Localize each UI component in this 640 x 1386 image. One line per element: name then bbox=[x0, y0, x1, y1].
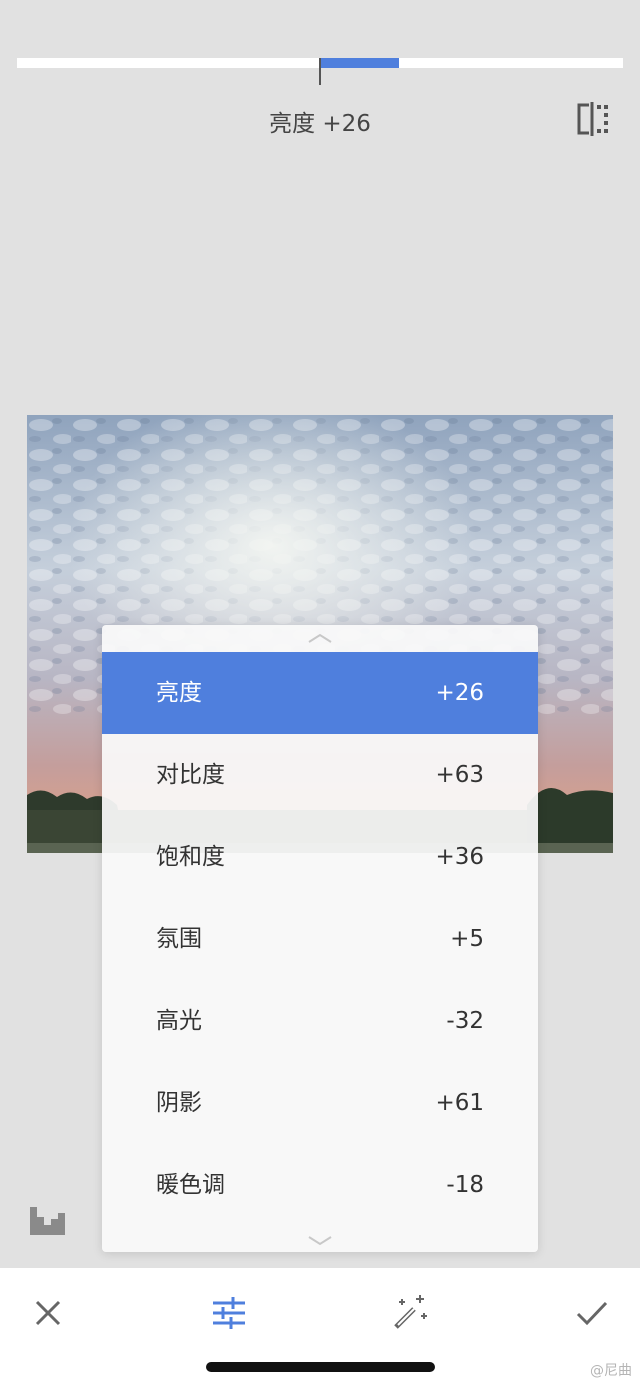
menu-item-label: 氛围 bbox=[156, 926, 202, 952]
menu-item-saturation[interactable]: 饱和度 +36 bbox=[102, 816, 538, 898]
slider-fill bbox=[320, 58, 399, 68]
menu-item-label: 亮度 bbox=[156, 680, 202, 706]
menu-item-value: +36 bbox=[435, 844, 484, 870]
menu-item-label: 饱和度 bbox=[156, 844, 225, 870]
magic-wand-icon[interactable] bbox=[390, 1293, 430, 1333]
slider-center-marker bbox=[319, 58, 321, 85]
menu-item-value: +63 bbox=[435, 762, 484, 788]
menu-item-label: 阴影 bbox=[156, 1090, 202, 1116]
menu-item-shadows[interactable]: 阴影 +61 bbox=[102, 1062, 538, 1144]
home-indicator[interactable] bbox=[206, 1362, 435, 1372]
watermark: @尼曲 bbox=[590, 1363, 632, 1379]
adjustment-menu: 亮度 +26 对比度 +63 饱和度 +36 氛围 +5 高光 -32 阴影 +… bbox=[102, 625, 538, 1252]
menu-item-value: +26 bbox=[435, 680, 484, 706]
compare-icon[interactable] bbox=[574, 102, 610, 136]
menu-item-contrast[interactable]: 对比度 +63 bbox=[102, 734, 538, 816]
menu-item-value: -18 bbox=[446, 1172, 484, 1198]
menu-item-ambiance[interactable]: 氛围 +5 bbox=[102, 898, 538, 980]
menu-item-label: 高光 bbox=[156, 1008, 202, 1034]
sliders-icon[interactable] bbox=[209, 1293, 249, 1333]
menu-item-warmth[interactable]: 暖色调 -18 bbox=[102, 1144, 538, 1226]
menu-item-value: +61 bbox=[435, 1090, 484, 1116]
menu-item-value: +5 bbox=[450, 926, 484, 952]
menu-item-label: 对比度 bbox=[156, 762, 225, 788]
check-icon[interactable] bbox=[572, 1293, 612, 1333]
menu-item-label: 暖色调 bbox=[156, 1172, 225, 1198]
chevron-up-icon[interactable] bbox=[306, 630, 334, 644]
menu-item-highlights[interactable]: 高光 -32 bbox=[102, 980, 538, 1062]
adjustment-value-label: 亮度 +26 bbox=[269, 111, 371, 137]
menu-item-brightness[interactable]: 亮度 +26 bbox=[102, 652, 538, 734]
histogram-icon[interactable] bbox=[29, 1205, 67, 1235]
chevron-down-icon[interactable] bbox=[306, 1233, 334, 1247]
menu-item-value: -32 bbox=[446, 1008, 484, 1034]
close-icon[interactable] bbox=[28, 1293, 68, 1333]
